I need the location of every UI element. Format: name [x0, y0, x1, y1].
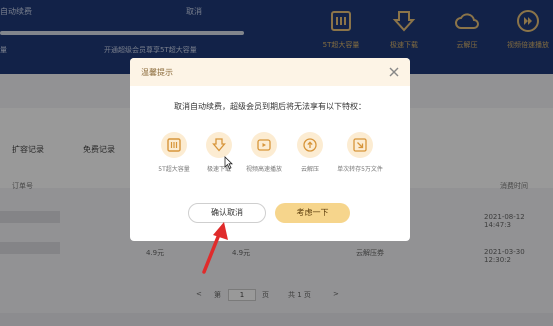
cloud-upload-icon: [303, 138, 317, 152]
dialog-title: 温馨提示: [141, 68, 173, 77]
perk-label: 单次转存5万文件: [337, 166, 383, 173]
perk-video: 视频高速播放: [238, 132, 290, 173]
dialog-header: 温馨提示: [130, 58, 410, 86]
red-arrow-icon: [202, 222, 228, 274]
transfer-icon: [353, 138, 367, 152]
dialog-message: 取消自动续费，超级会员到期后将无法享有以下特权：: [174, 102, 366, 111]
close-icon[interactable]: [387, 65, 401, 79]
mouse-cursor-icon: [224, 156, 233, 169]
cancel-renewal-dialog: 温馨提示 取消自动续费，超级会员到期后将无法享有以下特权： 5T超大容量 极速下…: [130, 58, 410, 241]
perk-label: 视频高速播放: [245, 166, 282, 173]
think-again-button[interactable]: 考虑一下: [275, 203, 350, 223]
download-icon: [212, 138, 226, 152]
storage-icon: [167, 138, 181, 152]
perk-cloud: 云解压: [284, 132, 336, 173]
video-icon: [257, 139, 271, 151]
perk-transfer: 单次转存5万文件: [330, 132, 390, 173]
perk-label: 云解压: [300, 166, 319, 173]
